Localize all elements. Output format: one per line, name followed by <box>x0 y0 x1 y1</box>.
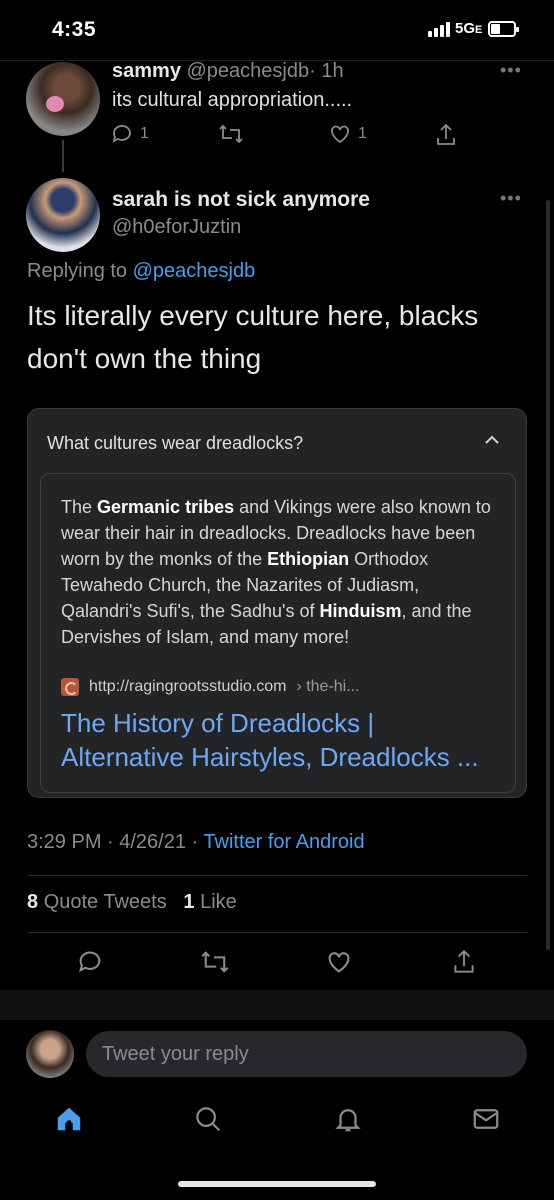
like-icon <box>328 952 350 973</box>
scrollbar[interactable] <box>546 200 550 950</box>
card-source-url: http://ragingrootsstudio.com <box>89 678 287 695</box>
snippet-text: The <box>61 497 98 517</box>
retweet-button[interactable] <box>200 948 230 981</box>
nav-search[interactable] <box>193 1104 223 1139</box>
parent-age: · 1h <box>309 60 344 82</box>
quote-label: Quote Tweets <box>43 891 167 913</box>
like-icon <box>331 125 349 144</box>
like-count: 1 <box>183 891 195 913</box>
replying-to: Replying to @peachesjdb <box>27 260 255 283</box>
messages-icon <box>473 1109 499 1129</box>
divider <box>27 875 527 876</box>
nav-home[interactable] <box>54 1104 84 1139</box>
share-button[interactable] <box>450 948 478 981</box>
reply-composer[interactable] <box>86 1031 527 1077</box>
parent-reply-count: 1 <box>140 125 149 142</box>
parent-reply-button[interactable]: 1 <box>110 122 149 146</box>
avatar-sammy[interactable] <box>26 62 100 136</box>
main-tweet-text: Its literally every culture here, blacks… <box>27 300 479 374</box>
snippet-bold-text: Hinduism <box>319 601 402 621</box>
tweet-meta: 3:29 PM · 4/26/21 · Twitter for Android <box>27 831 365 854</box>
current-user-avatar[interactable] <box>26 1030 74 1078</box>
home-icon <box>57 1107 81 1131</box>
snippet-bold-text: Ethiopian <box>267 549 350 569</box>
tweet-stats: 8 Quote Tweets 1 Like <box>27 891 237 914</box>
card-source-title: The History of Dreadlocks | Alternative … <box>61 708 479 772</box>
like-label: Like <box>200 891 237 913</box>
quote-tweets-link[interactable]: 8 Quote Tweets <box>27 891 167 913</box>
network-type: 5G <box>455 20 476 37</box>
parent-tweet-text: its cultural appropriation..... <box>112 89 353 111</box>
status-time: 4:35 <box>52 18 97 41</box>
parent-tweet-header: sammy @peachesjdb· 1h <box>112 60 344 83</box>
tweet-timestamp: 3:29 PM · 4/26/21 · <box>27 831 199 853</box>
battery-icon <box>488 21 519 37</box>
reply-input[interactable] <box>86 1031 527 1077</box>
replying-prefix: Replying to <box>27 260 128 282</box>
quote-count: 8 <box>27 891 39 913</box>
home-indicator[interactable] <box>178 1181 376 1187</box>
card-answer-box: The Germanic tribes and Vikings were als… <box>40 473 516 793</box>
card-snippet: The Germanic tribes and Vikings were als… <box>61 494 501 650</box>
retweet-icon <box>201 951 229 973</box>
avatar-sarah[interactable] <box>26 178 100 252</box>
tweet-client-link[interactable]: Twitter for Android <box>203 831 364 853</box>
embedded-image[interactable]: What cultures wear dreadlocks? The Germa… <box>27 408 527 798</box>
parent-like-count: 1 <box>358 125 367 142</box>
divider <box>27 932 527 933</box>
main-handle[interactable]: @h0eforJuztin <box>112 216 241 239</box>
like-button[interactable] <box>325 948 353 981</box>
thread-line <box>62 140 64 172</box>
parent-like-button[interactable]: 1 <box>328 122 367 146</box>
section-separator <box>0 990 554 1020</box>
snippet-bold-text: Germanic tribes <box>97 497 235 517</box>
card-source: http://ragingrootsstudio.com › the-hi... <box>61 678 360 696</box>
search-icon <box>196 1107 221 1132</box>
retweet-icon <box>219 124 243 144</box>
site-favicon-icon <box>61 678 79 696</box>
card-question: What cultures wear dreadlocks? <box>47 433 304 453</box>
notifications-icon <box>335 1109 361 1132</box>
network-indicator: 5GE <box>455 20 482 37</box>
network-suffix: E <box>475 24 483 36</box>
nav-notifications[interactable] <box>333 1104 363 1139</box>
parent-more-icon[interactable]: ••• <box>500 60 522 81</box>
card-source-crumb: › the-hi... <box>296 678 360 695</box>
parent-handle[interactable]: @peachesjdb <box>187 60 310 82</box>
share-icon <box>454 949 474 973</box>
likes-link[interactable]: 1 Like <box>183 891 236 913</box>
parent-retweet-button[interactable] <box>218 122 244 146</box>
chevron-up-icon <box>485 435 499 444</box>
replying-handle-link[interactable]: @peachesjdb <box>133 260 256 282</box>
reply-icon <box>79 951 101 973</box>
main-display-name[interactable]: sarah is not sick anymore <box>112 188 370 212</box>
nav-messages[interactable] <box>471 1104 501 1139</box>
reply-icon <box>112 125 131 143</box>
signal-icon <box>428 22 450 37</box>
reply-button[interactable] <box>76 948 104 981</box>
parent-share-button[interactable] <box>434 122 458 148</box>
parent-display-name[interactable]: sammy <box>112 60 181 82</box>
main-more-icon[interactable]: ••• <box>500 188 522 209</box>
share-icon <box>437 123 455 145</box>
status-bar: 4:35 5GE <box>0 0 554 60</box>
